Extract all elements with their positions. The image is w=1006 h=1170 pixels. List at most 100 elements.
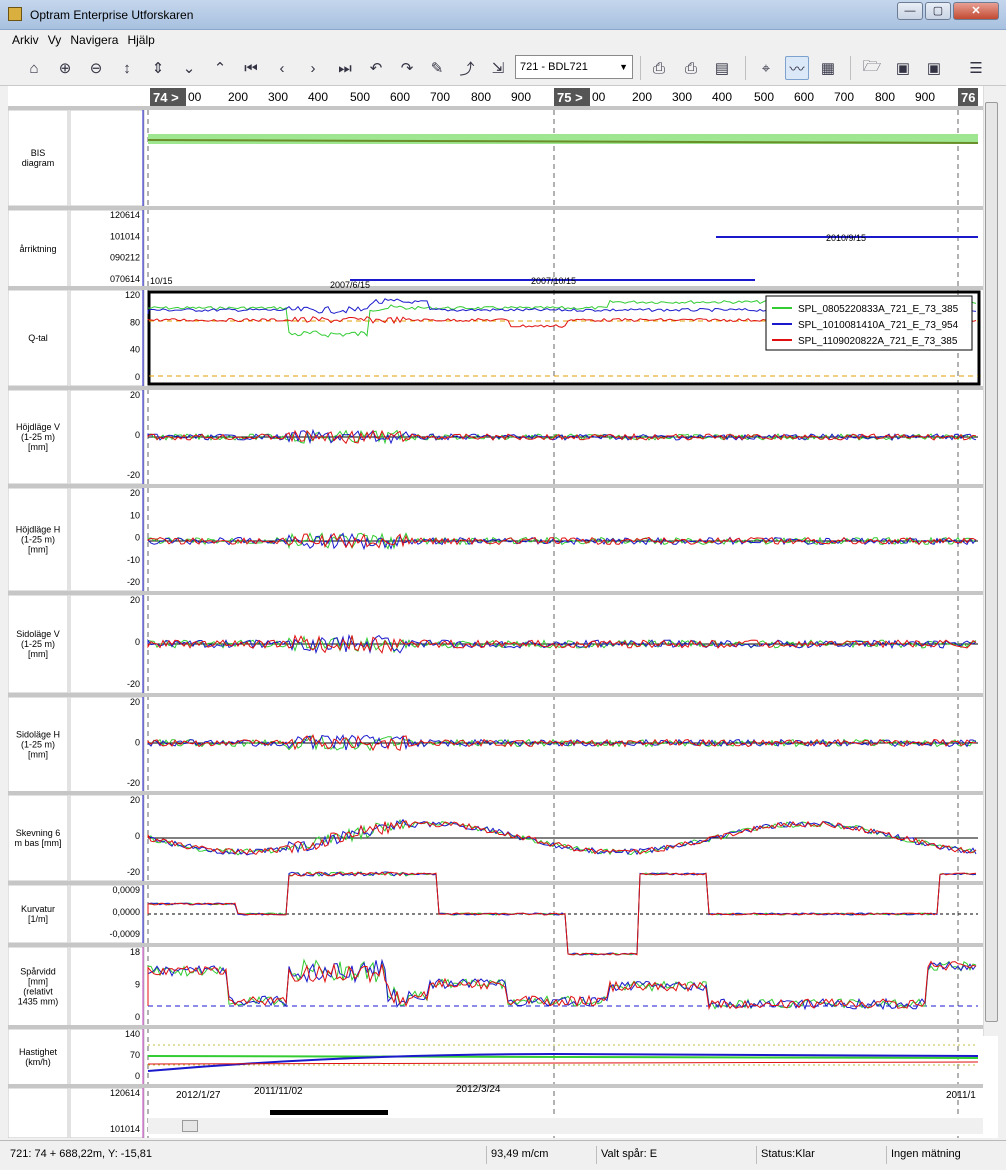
panel-label: (1-25 m) [21, 740, 55, 750]
minimize-button[interactable]: — [897, 2, 923, 20]
vertical-scrollbar[interactable] [983, 86, 998, 1036]
axis-tick: 20 [130, 390, 140, 400]
axis-tick: 101014 [110, 1124, 140, 1134]
line-chart-icon[interactable]: 〰 [785, 56, 809, 80]
previous-icon[interactable]: ‹ [270, 56, 294, 80]
status-text: Status:Klar [756, 1146, 886, 1164]
direction-date: 2007/6/15 [330, 280, 370, 290]
panel-separator [8, 106, 983, 110]
print-preview-icon[interactable]: ⎙ [679, 56, 703, 80]
save-icon[interactable]: ▣ [891, 56, 915, 80]
panel-label: (1-25 m) [21, 535, 55, 545]
legend-label: SPL_1109020822A_721_E_73_385 [798, 336, 958, 347]
ruler-tick: 900 [511, 90, 531, 104]
direction-date: 10/15 [150, 276, 173, 286]
axis-tick: 070614 [110, 274, 140, 284]
event-date: 2011/1 [946, 1090, 976, 1101]
table-icon[interactable]: ▦ [816, 56, 840, 80]
toolbar-separator [640, 56, 641, 80]
pin-icon[interactable]: ✎ [425, 56, 449, 80]
axis-tick: 0 [135, 1012, 140, 1022]
route-select-value: 721 - BDL721 [520, 61, 588, 73]
menu-arkiv[interactable]: Arkiv [0, 30, 42, 47]
app-icon [8, 7, 22, 21]
chart-select-icon[interactable]: ⤴ [455, 56, 479, 80]
scroll-thumb[interactable] [985, 102, 998, 1022]
panel-separator [8, 386, 983, 390]
home-icon[interactable]: ⌂ [22, 56, 46, 80]
route-select[interactable]: 721 - BDL721 ▼ [515, 55, 633, 79]
event-date: 2012/3/24 [456, 1084, 501, 1095]
menu-hjalp[interactable]: Hjälp [124, 30, 157, 47]
cursor-position: 721: 74 + 688,22m, Y: -15,81 [10, 1148, 152, 1160]
direction-date: 2007/10/15 [531, 276, 576, 286]
panel-label: [mm] [28, 649, 48, 659]
axis-tick: 10 [130, 510, 140, 520]
chevron-down-icon[interactable]: ⌄ [177, 56, 201, 80]
axis-tick: -20 [127, 867, 140, 877]
open-folder-icon[interactable]: 🗁 [860, 56, 884, 80]
crosshair-cursor-icon[interactable]: ⌖ [754, 56, 778, 80]
window-title: Optram Enterprise Utforskaren [30, 8, 194, 22]
axis-tick: 120614 [110, 210, 140, 220]
chart-area[interactable]: 74 >75 >76 00 200 300 400 500 600 700 800 900 00 20… [7, 86, 998, 1139]
ruler-tick: 500 [754, 90, 774, 104]
panel-label: (1-25 m) [21, 432, 55, 442]
panel-label: Sidoläge V [16, 629, 60, 639]
layout-settings-icon[interactable]: ☰ [964, 56, 988, 80]
event-date: 2011/11/02 [254, 1086, 303, 1097]
redo-icon[interactable]: ↷ [395, 56, 419, 80]
chevron-up-icon[interactable]: ⌃ [208, 56, 232, 80]
panel-label: [mm] [28, 545, 48, 555]
axis-tick: 40 [130, 345, 140, 355]
menu-vy[interactable]: Vy [45, 30, 65, 47]
panel-label: Q-tal [28, 333, 48, 343]
panel-label: [1/m] [28, 914, 48, 924]
zoom-in-icon[interactable]: ⊕ [53, 56, 77, 80]
series-line [147, 958, 977, 1011]
zoom-out-icon[interactable]: ⊖ [84, 56, 108, 80]
undo-icon[interactable]: ↶ [364, 56, 388, 80]
axis-tick: 120 [125, 290, 140, 300]
panel-label: Skevning 6 [16, 828, 61, 838]
ruler-tick: 600 [794, 90, 814, 104]
ruler-tick: 300 [672, 90, 692, 104]
axis-tick: -20 [127, 470, 140, 480]
axis-tick: 18 [130, 947, 140, 957]
horizontal-scrollbar[interactable] [148, 1118, 983, 1134]
km-marker: 76 [961, 90, 975, 105]
panel-separator [8, 286, 983, 290]
legend-label: SPL_1010081410A_721_E_73_954 [798, 320, 959, 331]
print-icon[interactable]: ⎙ [647, 56, 671, 80]
page-setup-icon[interactable]: ▤ [710, 56, 734, 80]
go-first-icon[interactable]: ⏮ [239, 56, 263, 80]
panel-separator [8, 484, 983, 488]
maximize-button[interactable]: ▢ [925, 2, 951, 20]
panel-separator [8, 791, 983, 795]
go-last-icon[interactable]: ⏭ [333, 56, 357, 80]
ruler-tick: 700 [834, 90, 854, 104]
chevron-down-icon: ▼ [619, 62, 628, 72]
save-as-icon[interactable]: ▣ [922, 56, 946, 80]
scroll-thumb[interactable] [182, 1120, 198, 1132]
axis-tick: 20 [130, 697, 140, 707]
panel-label: Hastighet [19, 1047, 58, 1057]
panel-label: årriktning [19, 244, 56, 254]
export-icon[interactable]: ⇲ [486, 56, 510, 80]
ruler-tick: 900 [915, 90, 935, 104]
direction-date: 2010/9/15 [826, 233, 866, 243]
panel-separator [8, 591, 983, 595]
axis-tick: 0 [135, 637, 140, 647]
panel-axis-box [69, 946, 145, 1027]
axis-tick: 20 [130, 795, 140, 805]
ruler-tick: 00 [188, 90, 202, 104]
close-button[interactable]: ✕ [953, 2, 999, 20]
panel-label: BIS [31, 148, 46, 158]
menu-navigera[interactable]: Navigera [67, 30, 121, 47]
toolbar-separator [850, 56, 851, 80]
vertical-zoom-in-icon[interactable]: ↕ [115, 56, 139, 80]
vertical-zoom-out-icon[interactable]: ⇕ [146, 56, 170, 80]
toolbar-separator [745, 56, 746, 80]
next-icon[interactable]: › [301, 56, 325, 80]
ruler-tick: 600 [390, 90, 410, 104]
